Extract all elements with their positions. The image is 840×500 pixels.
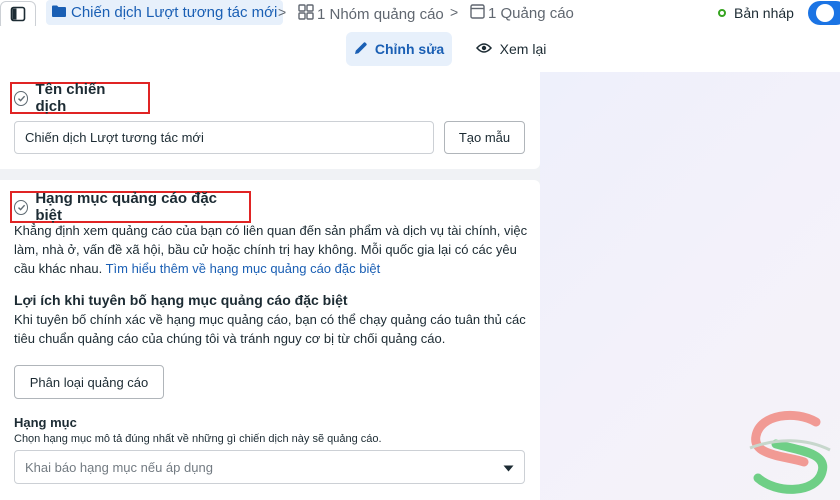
- draft-status: Bản nháp: [718, 5, 794, 21]
- category-hint: Chọn hạng mục mô tả đúng nhất về những g…: [14, 433, 382, 445]
- breadcrumb-ad[interactable]: 1 Quảng cáo: [470, 4, 574, 23]
- ad-frame-icon: [470, 4, 485, 23]
- description-line-text: cầu khác nhau.: [14, 261, 103, 276]
- tab-edit-label: Chỉnh sửa: [374, 41, 445, 57]
- folder-icon: [52, 4, 66, 21]
- create-template-button[interactable]: Tạo mẫu: [444, 121, 525, 154]
- campaign-name-title: Tên chiến dịch: [35, 81, 106, 115]
- breadcrumb-separator: >: [278, 4, 287, 20]
- breadcrumb-campaign-label: Chiến dịch Lượt tương tác mới: [71, 4, 278, 21]
- campaign-name-value: Chiến dịch Lượt tương tác mới: [25, 130, 204, 145]
- classify-ad-label: Phân loại quảng cáo: [29, 374, 149, 390]
- grid-icon: [298, 4, 314, 24]
- special-category-title: Hạng mục quảng cáo đặc biệt: [35, 190, 218, 224]
- mode-bar: Chỉnh sửa Xem lại: [0, 26, 840, 72]
- tab-review[interactable]: Xem lại: [468, 32, 554, 66]
- special-category-card: Hạng mục quảng cáo đặc biệt Khẳng định x…: [0, 180, 540, 500]
- pencil-icon: [354, 41, 368, 58]
- create-template-label: Tạo mẫu: [458, 130, 511, 145]
- campaign-name-heading: Tên chiến dịch: [10, 81, 150, 115]
- category-placeholder: Khai báo hạng mục nếu áp dụng: [25, 459, 213, 475]
- status-label: Bản nháp: [734, 5, 794, 21]
- breadcrumb-ad-set[interactable]: 1 Nhóm quảng cáo: [298, 4, 444, 24]
- special-category-description: Khẳng định xem quảng cáo của bạn có liên…: [14, 221, 529, 278]
- breadcrumb-campaign[interactable]: Chiến dịch Lượt tương tác mới: [46, 0, 284, 25]
- description-line: Khẳng định xem quảng cáo của bạn có liên…: [14, 223, 528, 238]
- special-category-heading: Hạng mục quảng cáo đặc biệt: [10, 190, 251, 224]
- caret-down-icon: [503, 460, 514, 475]
- category-select[interactable]: Khai báo hạng mục nếu áp dụng: [14, 450, 525, 484]
- sidebar-panel-icon: [10, 6, 26, 27]
- description-line: làm, nhà ở, vấn đề xã hội, bầu cử hoặc c…: [14, 242, 517, 257]
- top-bar: Chiến dịch Lượt tương tác mới > 1 Nhóm q…: [0, 0, 840, 31]
- benefit-description: Khi tuyên bố chính xác về hạng mục quảng…: [14, 310, 529, 348]
- eye-icon: [475, 41, 492, 57]
- breadcrumb-separator: >: [450, 4, 459, 20]
- benefit-heading: Lợi ích khi tuyên bố hạng mục quảng cáo …: [14, 292, 348, 308]
- benefit-line: tiêu chuẩn quảng cáo của chúng tôi và tr…: [14, 331, 446, 346]
- category-label: Hạng mục: [14, 415, 77, 430]
- check-circle-icon: [14, 90, 29, 106]
- check-circle-icon: [14, 199, 29, 215]
- campaign-toggle[interactable]: [808, 1, 840, 25]
- breadcrumb-ad-label: 1 Quảng cáo: [488, 5, 574, 22]
- breadcrumb-ad-set-label: 1 Nhóm quảng cáo: [317, 5, 444, 23]
- tab-edit[interactable]: Chỉnh sửa: [346, 32, 452, 66]
- status-dot-icon: [718, 9, 726, 17]
- watermark-logo: [746, 408, 832, 498]
- learn-more-link[interactable]: Tìm hiểu thêm về hạng mục quảng cáo đặc …: [106, 261, 381, 276]
- benefit-line: Khi tuyên bố chính xác về hạng mục quảng…: [14, 312, 526, 327]
- campaign-name-input[interactable]: Chiến dịch Lượt tương tác mới: [14, 121, 434, 154]
- description-line: cầu khác nhau. Tìm hiểu thêm về hạng mục…: [14, 259, 529, 278]
- tab-review-label: Xem lại: [499, 41, 547, 57]
- campaign-name-card: Tên chiến dịch Chiến dịch Lượt tương tác…: [0, 72, 540, 169]
- classify-ad-button[interactable]: Phân loại quảng cáo: [14, 365, 164, 399]
